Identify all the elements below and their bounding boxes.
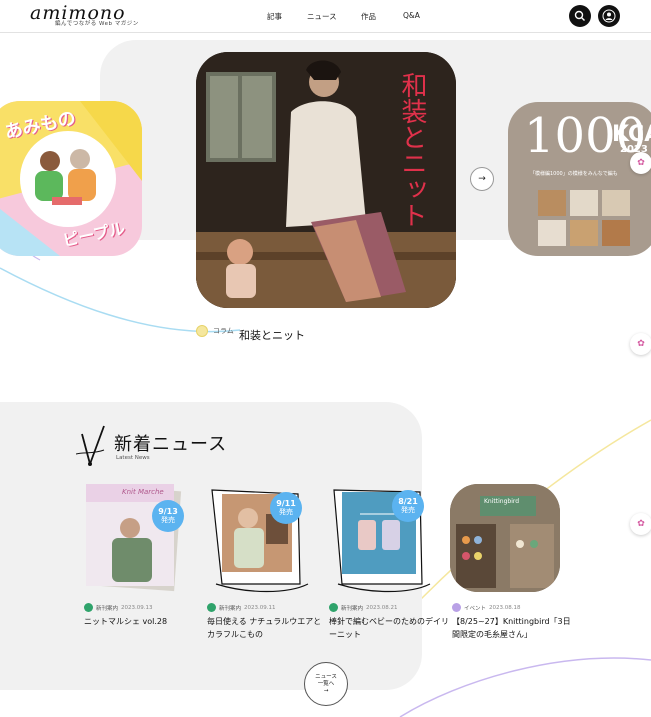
account-button[interactable] (598, 5, 620, 27)
category-dot-icon (329, 603, 338, 612)
news-section-subtitle: Latest News (116, 455, 150, 461)
hero-card-kca[interactable]: 1000 KCA 2023 「模様編1000」の模様をみんなで編も (508, 102, 651, 256)
news-item-meta: 新刊案内 2023.09.13 (84, 603, 153, 612)
news-section-title: 新着ニュース (114, 434, 228, 455)
side-floating-button-3[interactable]: ✿ (630, 513, 651, 535)
arrow-right-icon: → (478, 174, 486, 184)
yarn-icon: ✿ (637, 158, 645, 168)
book-cover (333, 489, 431, 593)
hero-next-button[interactable]: → (470, 167, 494, 191)
yarn-icon: ✿ (637, 519, 645, 529)
more-label-sub: 一覧へ (317, 680, 335, 687)
nav-qa[interactable]: Q&A (403, 11, 420, 20)
side-floating-button-2[interactable]: ✿ (630, 333, 651, 355)
news-item-meta: イベント 2023.08.18 (452, 603, 521, 612)
search-button[interactable] (569, 5, 591, 27)
hero-category: コラム (196, 325, 234, 337)
news-item-image[interactable]: 9/11 発売 (208, 484, 328, 594)
event-sign: Knittingbird (484, 498, 520, 505)
category-dot-icon (207, 603, 216, 612)
cover-title: Knit Marche (122, 488, 164, 496)
news-item-image[interactable]: Knittingbird (450, 484, 570, 594)
knit-swatches (538, 190, 630, 246)
main-card-title: 和装とニット (397, 72, 427, 228)
event-photo: Knittingbird (450, 484, 560, 592)
knitting-needles-icon (76, 425, 105, 466)
hero-title[interactable]: 和装とニット (239, 327, 305, 343)
hero-card-main[interactable]: 和装とニット (196, 52, 456, 308)
category-dot-icon (452, 603, 461, 612)
book-cover (211, 489, 309, 593)
nav-news[interactable]: ニュース (307, 11, 337, 22)
magazine-cover (86, 484, 182, 592)
nav-works[interactable]: 作品 (361, 11, 376, 22)
news-item-image[interactable]: Knit Marche 9/13 発売 (82, 484, 202, 594)
nav-articles[interactable]: 記事 (267, 11, 282, 22)
release-badge: 8/21 発売 (392, 490, 424, 522)
right-card-caption: 「模様編1000」の模様をみんなで編も (530, 171, 618, 177)
news-item-image[interactable]: 8/21 発売 (330, 484, 450, 594)
user-icon (602, 9, 616, 23)
more-label: ニュース (315, 673, 337, 680)
news-item-title[interactable]: 棒針で編むベビーのためのデイリーニット (329, 616, 451, 641)
news-item-meta: 新刊案内 2023.09.11 (207, 603, 276, 612)
category-dot-icon (196, 325, 208, 337)
site-tagline: 編んでつながる Web マガジン (55, 21, 139, 27)
news-item-title[interactable]: ニットマルシェ vol.28 (84, 616, 206, 629)
yarn-icon: ✿ (637, 339, 645, 349)
release-badge: 9/11 発売 (270, 492, 302, 524)
news-item-title[interactable]: 毎日使える ナチュラルウエアとカラフルこもの (207, 616, 329, 641)
hero-category-label: コラム (213, 327, 234, 335)
news-item-title[interactable]: 【8/25~27】Knittingbird「3日間限定の毛糸屋さん」 (452, 616, 574, 641)
category-dot-icon (84, 603, 93, 612)
site-header: amimono 編んでつながる Web マガジン 記事 ニュース 作品 Q&A (0, 0, 651, 33)
hero-card-amimono-people[interactable]: あみもの ピープル (0, 101, 142, 256)
arrow-right-icon: → (323, 687, 329, 694)
search-icon (574, 10, 585, 21)
side-floating-button-1[interactable]: ✿ (630, 152, 651, 174)
news-more-button[interactable]: ニュース 一覧へ → (304, 662, 348, 706)
news-item-meta: 新刊案内 2023.08.21 (329, 603, 398, 612)
release-badge: 9/13 発売 (152, 500, 184, 532)
